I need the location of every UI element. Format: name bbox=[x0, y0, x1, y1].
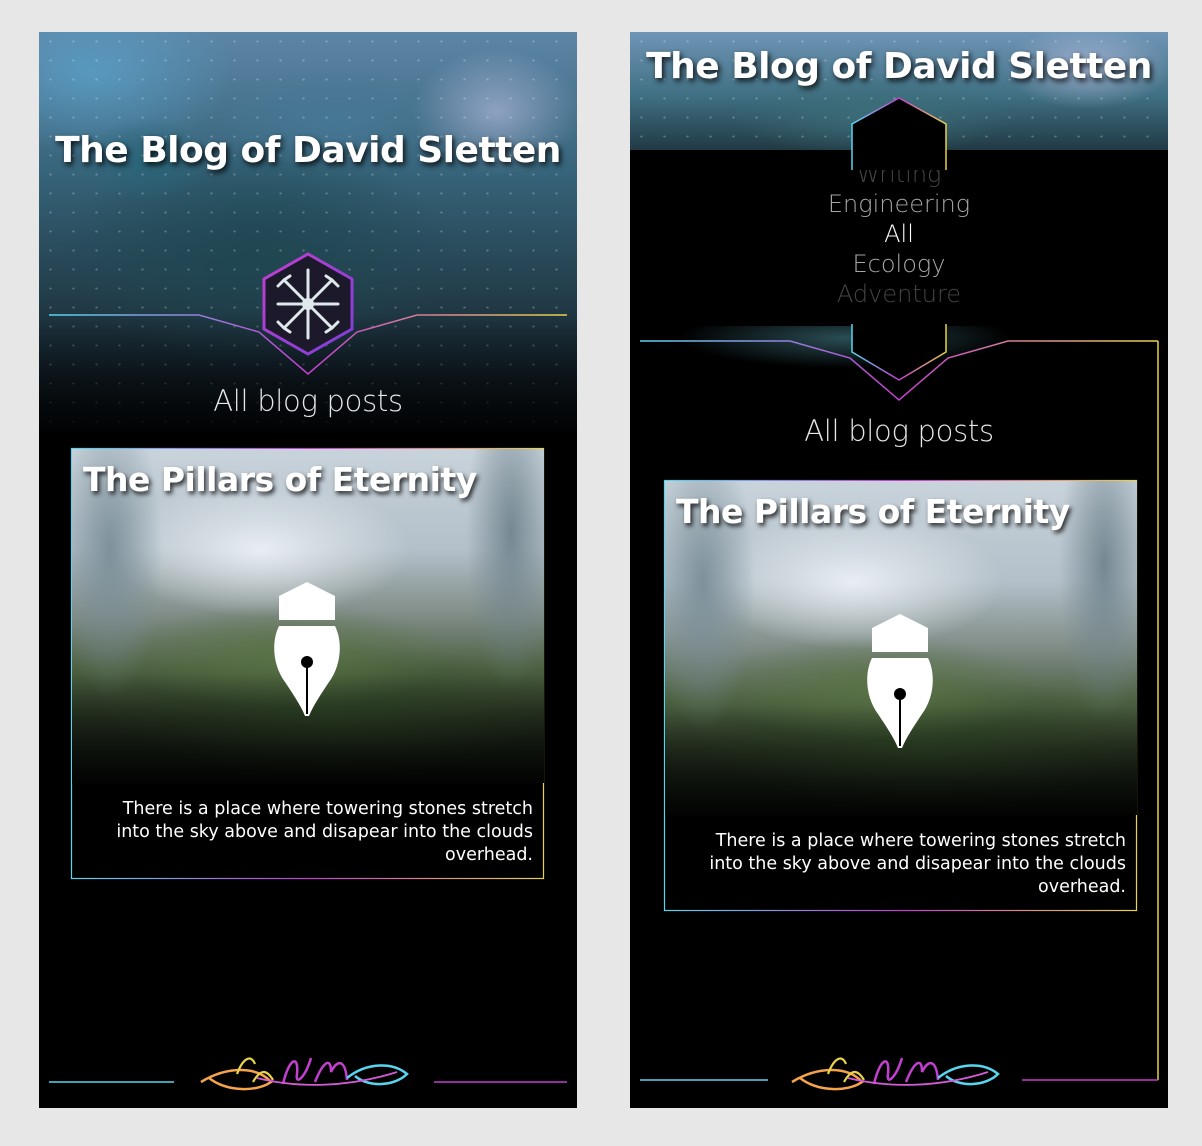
section-heading: All blog posts bbox=[804, 414, 994, 448]
post-title[interactable]: The Pillars of Eternity bbox=[83, 460, 477, 499]
mobile-view-category-menu: The Blog of David Sletten Writing Engine… bbox=[630, 32, 1168, 1108]
section-heading: All blog posts bbox=[213, 384, 403, 418]
category-writing[interactable]: Writing bbox=[630, 160, 1168, 188]
compass-emblem-icon[interactable] bbox=[260, 252, 356, 356]
category-all[interactable]: All bbox=[630, 220, 1168, 248]
category-ecology[interactable]: Ecology bbox=[630, 250, 1168, 278]
category-picker[interactable]: Writing Engineering All Ecology Adventur… bbox=[630, 150, 1168, 326]
category-engineering[interactable]: Engineering bbox=[630, 190, 1168, 218]
hero-banner: The Blog of David Sletten bbox=[630, 32, 1168, 150]
fountain-pen-icon bbox=[274, 582, 340, 716]
post-excerpt: There is a place where towering stones s… bbox=[116, 799, 533, 865]
mobile-view-home: The Blog of David Sletten All blog posts… bbox=[39, 32, 577, 1108]
blog-post-card[interactable]: The Pillars of Eternity There is a place… bbox=[71, 448, 545, 879]
category-adventure[interactable]: Adventure bbox=[630, 280, 1168, 308]
blog-title[interactable]: The Blog of David Sletten bbox=[630, 46, 1168, 87]
fountain-pen-icon bbox=[867, 614, 933, 748]
david-sletten-signature bbox=[791, 1057, 1000, 1091]
post-title[interactable]: The Pillars of Eternity bbox=[676, 492, 1070, 531]
blog-title[interactable]: The Blog of David Sletten bbox=[39, 130, 577, 171]
post-excerpt: There is a place where towering stones s… bbox=[709, 831, 1126, 897]
blog-post-card[interactable]: The Pillars of Eternity There is a place… bbox=[664, 480, 1138, 911]
david-sletten-signature bbox=[200, 1057, 409, 1091]
hero-banner: The Blog of David Sletten bbox=[39, 32, 577, 432]
